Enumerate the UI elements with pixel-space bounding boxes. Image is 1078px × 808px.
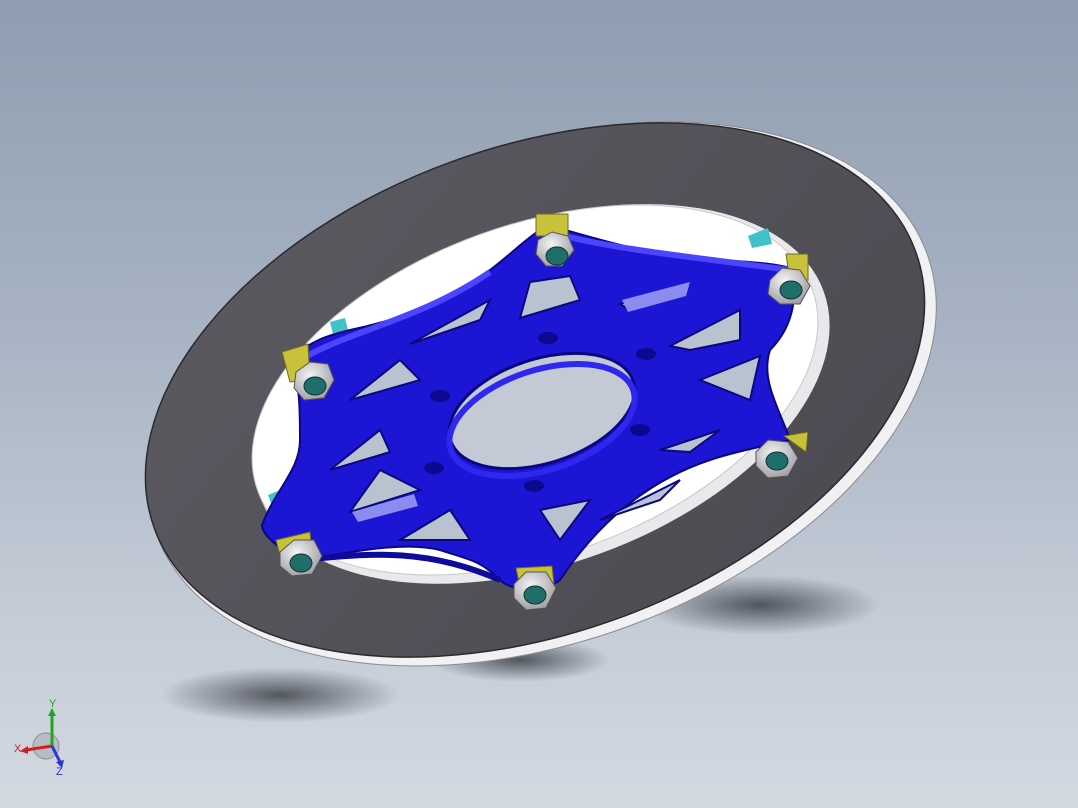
- bolt-end: [765, 451, 789, 471]
- model-view[interactable]: [0, 0, 1078, 808]
- bolt-end: [303, 376, 327, 396]
- bolt-end: [523, 585, 547, 605]
- z-axis-label: Z: [56, 766, 63, 776]
- bolt-assembly[interactable]: [535, 213, 575, 267]
- y-axis-label: Y: [49, 698, 57, 710]
- x-axis-label: X: [14, 743, 22, 755]
- orientation-triad[interactable]: Y X Z: [14, 696, 74, 776]
- bolt-end: [289, 553, 313, 573]
- graphics-viewport[interactable]: Y X Z: [0, 0, 1078, 808]
- bolt-end: [545, 246, 569, 266]
- bolt-end: [779, 280, 803, 300]
